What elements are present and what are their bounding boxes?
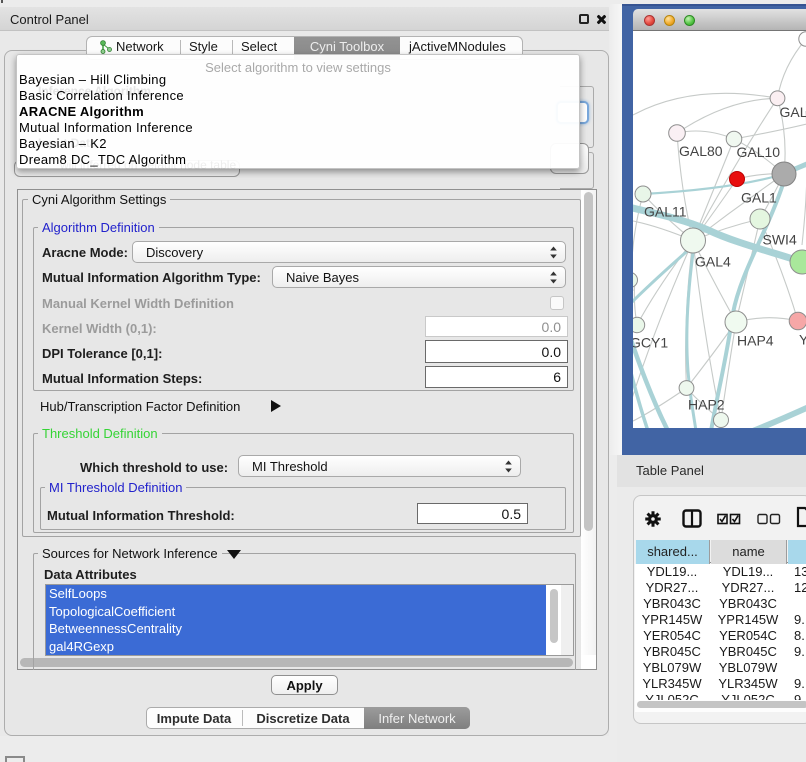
svg-text:SWI4: SWI4 (763, 232, 797, 248)
svg-text:GAL10: GAL10 (737, 144, 781, 160)
svg-text:GAL80: GAL80 (679, 143, 723, 159)
svg-text:HAP2: HAP2 (688, 397, 725, 413)
svg-text:GAL4: GAL4 (695, 254, 731, 270)
svg-text:GAL2: GAL2 (780, 104, 806, 120)
svg-text:GCY1: GCY1 (633, 335, 668, 351)
svg-text:HAP4: HAP4 (737, 333, 774, 349)
svg-text:GAL11: GAL11 (644, 204, 687, 220)
svg-text:Y: Y (799, 332, 806, 348)
svg-text:GAL1: GAL1 (741, 190, 777, 206)
